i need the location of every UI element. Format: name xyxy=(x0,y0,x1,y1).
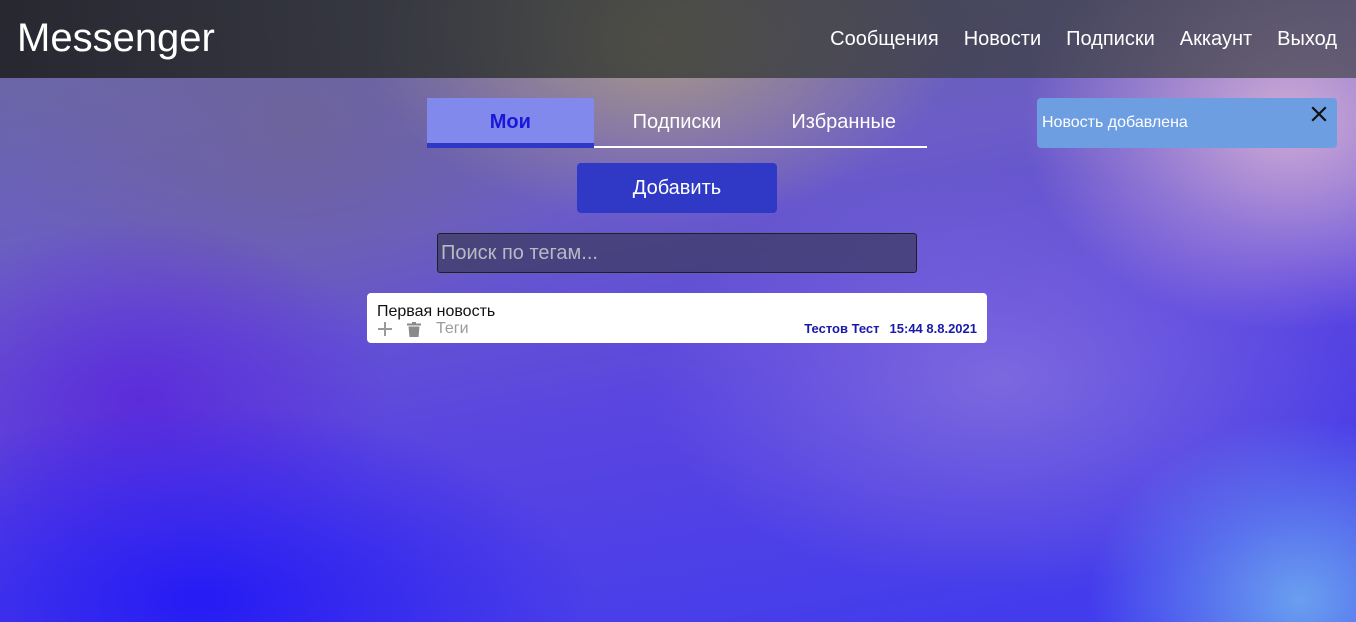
close-icon[interactable] xyxy=(1310,105,1328,123)
add-news-button[interactable]: Добавить xyxy=(577,163,777,213)
trash-icon[interactable] xyxy=(407,321,421,337)
news-actions: Теги xyxy=(377,320,469,338)
nav-news[interactable]: Новости xyxy=(964,26,1041,52)
news-meta: Тестов Тест 15:44 8.8.2021 xyxy=(804,321,977,336)
nav-account[interactable]: Аккаунт xyxy=(1180,26,1252,52)
news-tags[interactable]: Теги xyxy=(436,320,469,338)
toast-message: Новость добавлена xyxy=(1042,114,1188,131)
nav-messages[interactable]: Сообщения xyxy=(830,26,939,52)
nav-logout[interactable]: Выход xyxy=(1277,26,1337,52)
news-author: Тестов Тест xyxy=(804,321,880,336)
news-item: Первая новость Теги Тестов Тест 15:44 8.8… xyxy=(367,293,987,343)
news-tabs: Мои Подписки Избранные xyxy=(427,98,927,148)
top-navbar: Messenger Сообщения Новости Подписки Акк… xyxy=(0,0,1356,78)
brand-logo[interactable]: Messenger xyxy=(17,14,215,62)
tab-subscriptions[interactable]: Подписки xyxy=(594,98,761,146)
news-title[interactable]: Первая новость xyxy=(377,303,495,321)
notification-toast: Новость добавлена xyxy=(1037,98,1337,148)
tab-favorites[interactable]: Избранные xyxy=(760,98,927,146)
nav-subscriptions[interactable]: Подписки xyxy=(1066,26,1155,52)
main-nav: Сообщения Новости Подписки Аккаунт Выход xyxy=(830,26,1337,52)
tag-search-input[interactable] xyxy=(437,233,917,273)
plus-icon[interactable] xyxy=(377,321,393,337)
tab-my[interactable]: Мои xyxy=(427,98,594,148)
news-datetime: 15:44 8.8.2021 xyxy=(889,321,977,336)
